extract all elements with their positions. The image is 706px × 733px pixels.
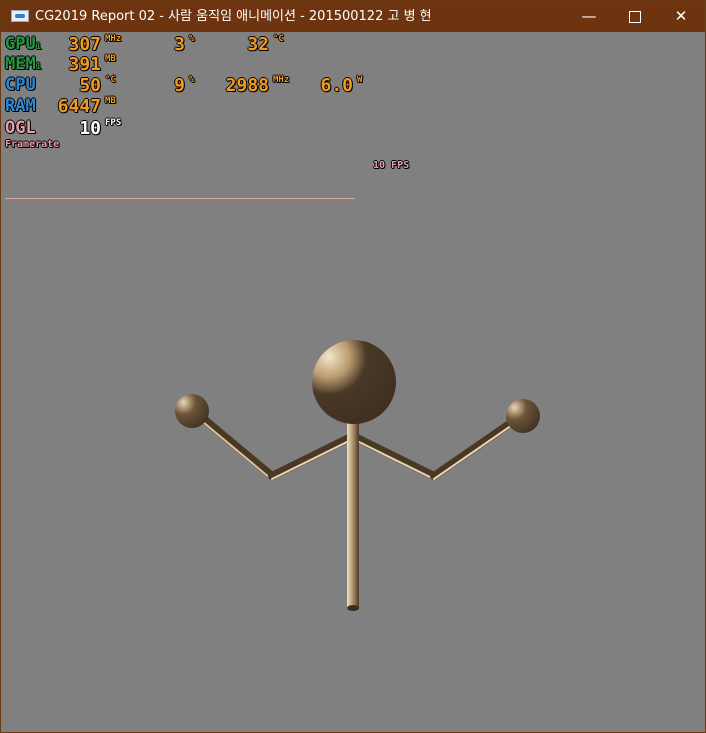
app-icon — [11, 10, 29, 22]
torso — [347, 417, 359, 609]
minimize-icon: — — [581, 7, 597, 25]
right-upper-arm-highlight — [352, 438, 435, 480]
close-button[interactable]: ✕ — [658, 1, 704, 32]
right-forearm-highlight — [433, 418, 522, 480]
opengl-viewport[interactable]: GPU1 307 MHz 3 % 32 °C MEM1 391 MB CPU 5… — [1, 32, 705, 732]
head — [312, 340, 396, 424]
left-hand — [175, 394, 209, 428]
right-upper-arm — [349, 432, 438, 480]
left-forearm-highlight — [271, 438, 354, 480]
title-bar[interactable]: CG2019 Report 02 - 사람 움직임 애니메이션 - 201500… — [1, 1, 705, 32]
stick-figure-scene — [175, 340, 540, 611]
app-window: CG2019 Report 02 - 사람 움직임 애니메이션 - 201500… — [0, 0, 706, 733]
right-forearm — [430, 412, 525, 480]
maximize-icon — [629, 10, 641, 23]
torso-end — [347, 605, 359, 611]
window-title: CG2019 Report 02 - 사람 움직임 애니메이션 - 201500… — [35, 9, 432, 24]
left-forearm — [268, 432, 357, 480]
right-hand — [506, 399, 540, 433]
minimize-button[interactable]: — — [566, 1, 612, 32]
maximize-button[interactable] — [612, 1, 658, 32]
stick-figure — [175, 340, 540, 611]
close-icon: ✕ — [674, 7, 688, 25]
